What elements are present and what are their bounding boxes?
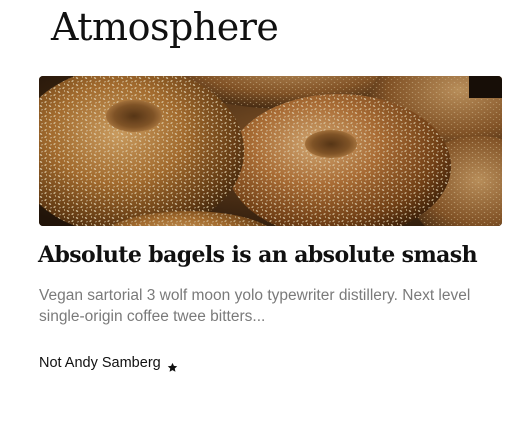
author-name[interactable]: Not Andy Samberg	[39, 353, 161, 373]
star-icon	[167, 359, 178, 372]
section-title: Atmosphere	[51, 5, 279, 49]
article-image[interactable]	[39, 76, 502, 226]
bagels-photo-illustration	[39, 76, 502, 226]
article-headline[interactable]: Absolute bagels is an absolute smash	[38, 239, 508, 271]
author-byline: Not Andy Samberg	[39, 353, 178, 373]
article-excerpt: Vegan sartorial 3 wolf moon yolo typewri…	[39, 287, 471, 325]
article-card-page: Atmosphere Absolute bagels is an absolut…	[0, 0, 513, 435]
